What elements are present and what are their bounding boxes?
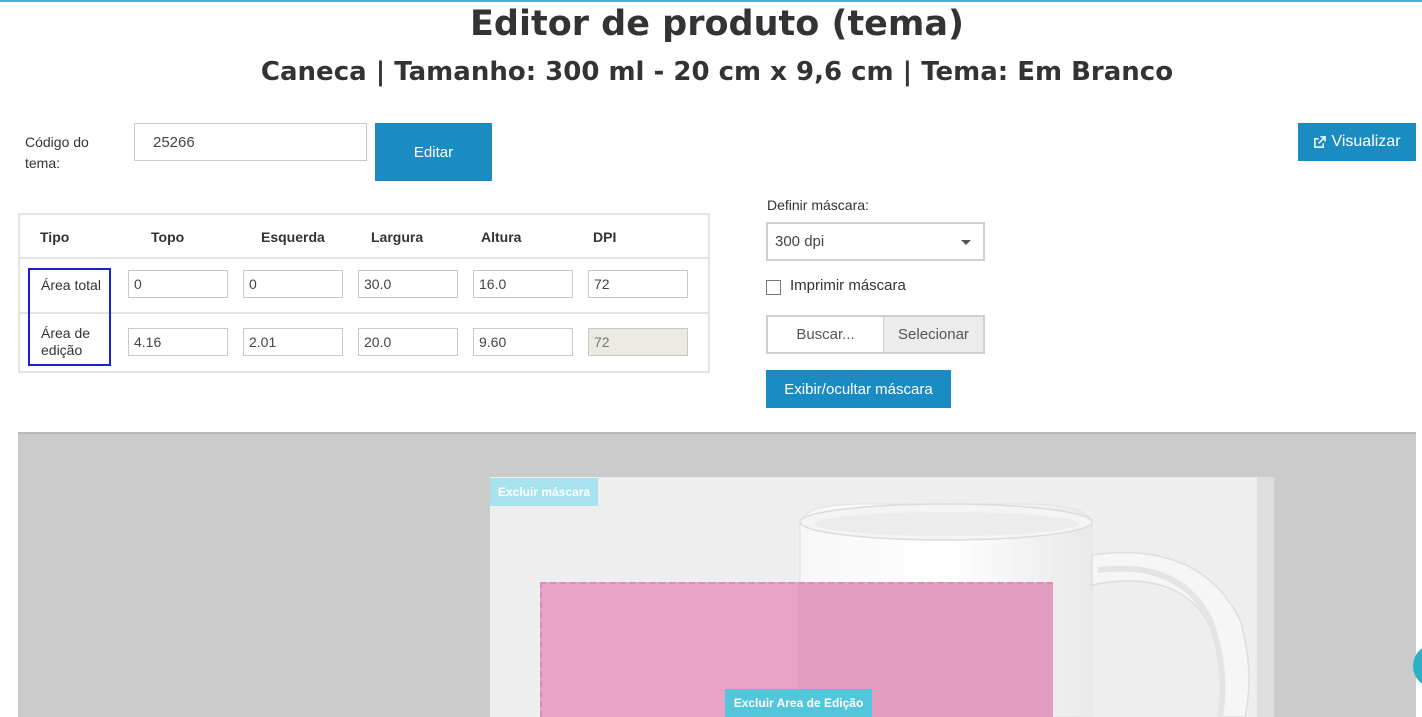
row-divider <box>20 257 708 259</box>
edit-dpi-input <box>588 328 688 356</box>
total-dpi-input[interactable] <box>588 270 688 298</box>
preview-button[interactable]: Visualizar <box>1298 123 1416 161</box>
select-file-button[interactable]: Selecionar <box>884 317 983 352</box>
total-width-input[interactable] <box>358 270 458 298</box>
total-left-input[interactable] <box>243 270 343 298</box>
edit-left-input[interactable] <box>243 328 343 356</box>
total-top-input[interactable] <box>128 270 228 298</box>
product-subtitle: Caneca | Tamanho: 300 ml - 20 cm x 9,6 c… <box>260 57 1174 87</box>
page-title: Editor de produto (tema) <box>470 4 964 44</box>
external-link-icon <box>1314 135 1327 148</box>
chevron-down-icon <box>961 240 971 245</box>
row-divider <box>20 312 708 314</box>
delete-edit-area-tag[interactable]: Excluir Area de Edição <box>725 689 872 717</box>
mask-label: Definir máscara: <box>767 197 869 213</box>
column-header-tipo: Tipo <box>40 229 70 245</box>
column-header-dpi: DPI <box>593 229 617 245</box>
print-mask-label: Imprimir máscara <box>790 277 906 294</box>
column-header-largura: Largura <box>371 229 424 245</box>
mask-select-value: 300 dpi <box>775 233 825 250</box>
edit-height-input[interactable] <box>473 328 573 356</box>
toggle-mask-button[interactable]: Exibir/ocultar máscara <box>766 370 951 408</box>
mask-select[interactable]: 300 dpi <box>766 222 985 261</box>
column-header-altura: Altura <box>481 229 522 245</box>
theme-code-label: Código do tema: <box>25 134 89 171</box>
print-mask-checkbox[interactable] <box>766 280 781 295</box>
delete-mask-tag[interactable]: Excluir máscara <box>490 478 598 506</box>
edit-width-input[interactable] <box>358 328 458 356</box>
top-accent-line <box>0 0 1422 2</box>
edit-top-input[interactable] <box>128 328 228 356</box>
type-column-highlight <box>28 268 111 366</box>
dimensions-table: Tipo Topo Esquerda Largura Altura DPI Ár… <box>18 213 710 373</box>
total-height-input[interactable] <box>473 270 573 298</box>
edit-button[interactable]: Editar <box>375 123 492 181</box>
column-header-esquerda: Esquerda <box>261 229 325 245</box>
column-header-topo: Topo <box>151 229 185 245</box>
mask-file-input[interactable]: Buscar... <box>768 317 884 352</box>
theme-code-input[interactable] <box>134 123 367 161</box>
preview-button-label: Visualizar <box>1331 133 1401 150</box>
mask-file-picker: Buscar... Selecionar <box>766 315 985 354</box>
